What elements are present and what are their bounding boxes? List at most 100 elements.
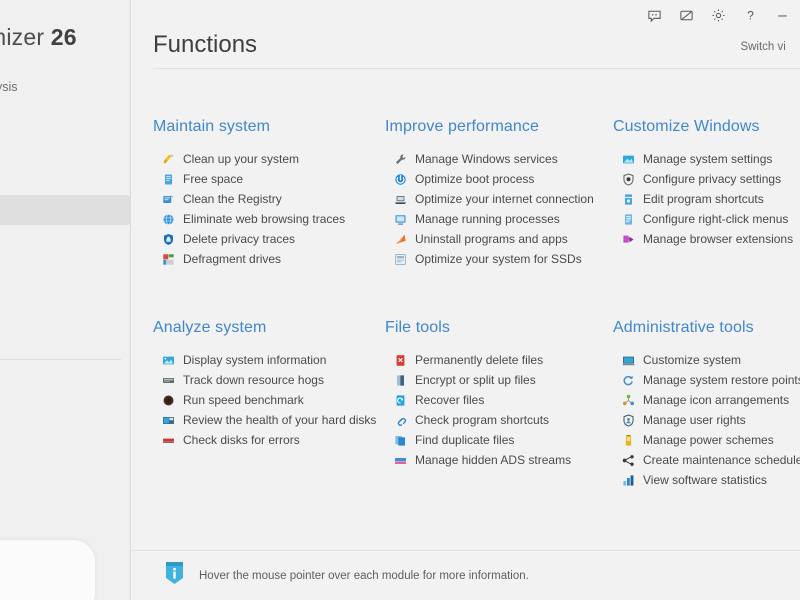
gear-icon[interactable] xyxy=(702,1,734,29)
module-review-the-health-of-your-hard-disks[interactable]: Review the health of your hard disks xyxy=(153,410,385,430)
module-clean-up-your-system[interactable]: Clean up your system xyxy=(153,149,385,169)
group-analyze-system: Analyze system Display system informatio… xyxy=(153,319,385,490)
module-label: Manage running processes xyxy=(415,212,560,226)
sidebar-item-label: an xyxy=(0,236,131,266)
module-label: Manage hidden ADS streams xyxy=(415,453,571,467)
module-label: Create maintenance schedules xyxy=(643,453,800,467)
sidebar-item-perform[interactable]: rm xyxy=(0,318,131,348)
disk-health-icon xyxy=(162,414,175,427)
privacy-shield-icon xyxy=(622,173,635,186)
module-label: Manage power schemes xyxy=(643,433,774,447)
module-manage-system-settings[interactable]: Manage system settings xyxy=(613,149,800,169)
module-label: Edit program shortcuts xyxy=(643,192,764,206)
header-divider xyxy=(153,68,800,69)
theme-icon[interactable] xyxy=(670,1,702,29)
group-title: Maintain system xyxy=(153,118,385,136)
module-list: Clean up your system Free space Clean th… xyxy=(153,149,385,269)
ssd-icon xyxy=(394,253,407,266)
shortcut-icon xyxy=(622,193,635,206)
sidebar-item-backups[interactable]: kups xyxy=(0,370,131,400)
sidebar-item-system-analysis[interactable]: tem analysis xyxy=(0,72,131,102)
module-manage-browser-extensions[interactable]: Manage browser extensions xyxy=(613,229,800,249)
module-label: Configure right-click menus xyxy=(643,212,788,226)
module-run-speed-benchmark[interactable]: Run speed benchmark xyxy=(153,390,385,410)
module-manage-icon-arrangements[interactable]: Manage icon arrangements xyxy=(613,390,800,410)
help-icon[interactable]: ? xyxy=(734,1,766,29)
module-label: Permanently delete files xyxy=(415,353,543,367)
link-check-icon xyxy=(394,414,407,427)
module-uninstall-programs-and-apps[interactable]: Uninstall programs and apps xyxy=(385,229,613,249)
module-encrypt-or-split-up-files[interactable]: Encrypt or split up files xyxy=(385,370,613,390)
sysinfo-icon xyxy=(162,354,175,367)
switch-view-link[interactable]: Switch view xyxy=(740,30,786,64)
module-clean-the-registry[interactable]: Clean the Registry xyxy=(153,189,385,209)
module-customize-system[interactable]: Customize system xyxy=(613,350,800,370)
module-label: Optimize your internet connection xyxy=(415,192,594,206)
module-label: Display system information xyxy=(183,353,326,367)
recover-icon xyxy=(394,394,407,407)
module-label: Manage user rights xyxy=(643,413,746,427)
boot-icon xyxy=(394,173,407,186)
module-track-down-resource-hogs[interactable]: Track down resource hogs xyxy=(153,370,385,390)
feedback-icon[interactable] xyxy=(638,1,670,29)
uninstall-icon xyxy=(394,233,407,246)
encrypt-icon xyxy=(394,374,407,387)
sidebar-item-clean[interactable]: an xyxy=(0,236,131,266)
module-check-disks-for-errors[interactable]: Check disks for errors xyxy=(153,430,385,450)
group-title: Analyze system xyxy=(153,319,385,337)
module-list: Display system information Track down re… xyxy=(153,350,385,450)
module-label: Eliminate web browsing traces xyxy=(183,212,345,226)
sidebar: Optimizer 26 tem analysis nded omatic mo… xyxy=(0,0,131,600)
module-optimize-your-system-for-ssds[interactable]: Optimize your system for SSDs xyxy=(385,249,613,269)
sidebar-divider xyxy=(0,359,121,360)
sidebar-item-optimize[interactable]: imize xyxy=(0,277,131,307)
module-manage-system-restore-points[interactable]: Manage system restore points xyxy=(613,370,800,390)
benchmark-icon xyxy=(162,394,175,407)
module-permanently-delete-files[interactable]: Permanently delete files xyxy=(385,350,613,370)
group-title: Improve performance xyxy=(385,118,613,136)
module-view-software-statistics[interactable]: View software statistics xyxy=(613,470,800,490)
internet-icon xyxy=(394,193,407,206)
module-manage-user-rights[interactable]: Manage user rights xyxy=(613,410,800,430)
sidebar-item-label: kups xyxy=(0,370,131,400)
module-check-program-shortcuts[interactable]: Check program shortcuts xyxy=(385,410,613,430)
schedule-icon xyxy=(622,454,635,467)
sidebar-item-automatic[interactable]: omatic xyxy=(0,154,131,184)
services-icon xyxy=(394,153,407,166)
module-label: Optimize your system for SSDs xyxy=(415,252,582,266)
sidebar-item-all-modules[interactable]: modules xyxy=(0,195,131,225)
module-manage-power-schemes[interactable]: Manage power schemes xyxy=(613,430,800,450)
group-customize-windows: Customize Windows Manage system settings… xyxy=(613,118,800,269)
module-eliminate-web-browsing-traces[interactable]: Eliminate web browsing traces xyxy=(153,209,385,229)
module-label: Review the health of your hard disks xyxy=(183,413,376,427)
sidebar-promo-card[interactable] xyxy=(0,540,95,600)
sidebar-item-label: imize xyxy=(0,277,131,307)
module-manage-running-processes[interactable]: Manage running processes xyxy=(385,209,613,229)
module-label: Uninstall programs and apps xyxy=(415,232,568,246)
module-create-maintenance-schedules[interactable]: Create maintenance schedules xyxy=(613,450,800,470)
module-defragment-drives[interactable]: Defragment drives xyxy=(153,249,385,269)
module-list: Manage Windows services Optimize boot pr… xyxy=(385,149,613,269)
module-configure-right-click-menus[interactable]: Configure right-click menus xyxy=(613,209,800,229)
module-display-system-information[interactable]: Display system information xyxy=(153,350,385,370)
module-label: View software statistics xyxy=(643,473,767,487)
module-optimize-boot-process[interactable]: Optimize boot process xyxy=(385,169,613,189)
broom-icon xyxy=(162,153,175,166)
module-manage-windows-services[interactable]: Manage Windows services xyxy=(385,149,613,169)
module-manage-hidden-ads-streams[interactable]: Manage hidden ADS streams xyxy=(385,450,613,470)
module-configure-privacy-settings[interactable]: Configure privacy settings xyxy=(613,169,800,189)
module-label: Encrypt or split up files xyxy=(415,373,536,387)
svg-text:?: ? xyxy=(747,8,754,22)
wipe-icon xyxy=(394,354,407,367)
functions-content: Maintain system Clean up your system Fre… xyxy=(131,74,800,550)
process-icon xyxy=(394,213,407,226)
module-recover-files[interactable]: Recover files xyxy=(385,390,613,410)
minimize-icon[interactable] xyxy=(766,1,798,29)
sidebar-item-recommended[interactable]: nded xyxy=(0,113,131,143)
module-edit-program-shortcuts[interactable]: Edit program shortcuts xyxy=(613,189,800,209)
module-delete-privacy-traces[interactable]: Delete privacy traces xyxy=(153,229,385,249)
module-optimize-your-internet-connection[interactable]: Optimize your internet connection xyxy=(385,189,613,209)
group-maintain-system: Maintain system Clean up your system Fre… xyxy=(153,118,385,269)
module-free-space[interactable]: Free space xyxy=(153,169,385,189)
module-find-duplicate-files[interactable]: Find duplicate files xyxy=(385,430,613,450)
